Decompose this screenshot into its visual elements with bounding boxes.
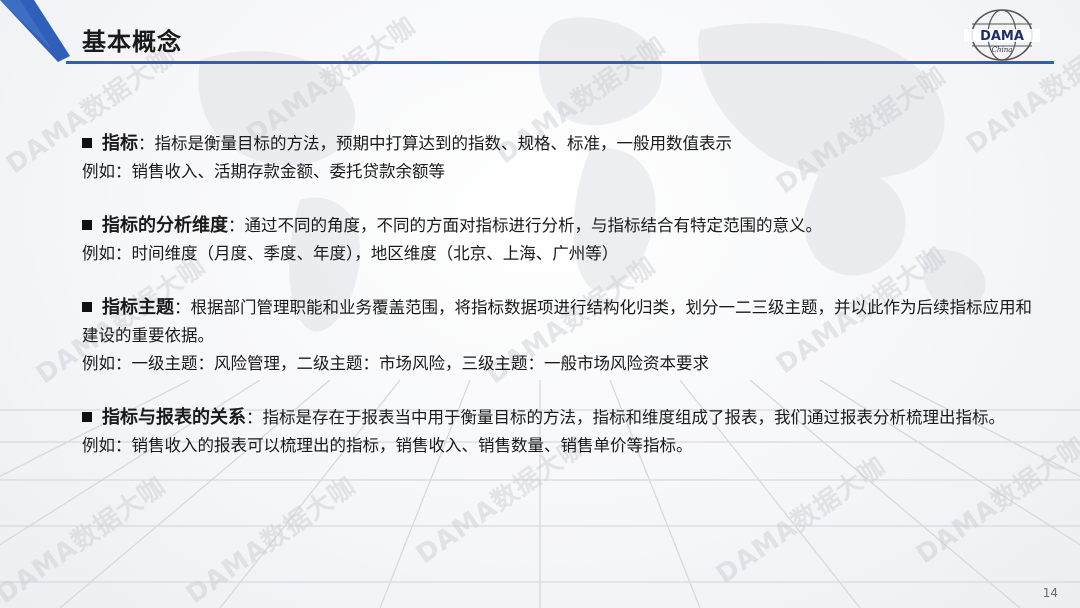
concept-block-report-relation: 指标与报表的关系：指标是存在于报表当中用于衡量目标的方法，指标和维度组成了报表，… — [82, 404, 1042, 460]
square-bullet-icon — [82, 138, 92, 148]
svg-text:DAMA: DAMA — [980, 29, 1024, 44]
slide: DAMA数据大咖 DAMA数据大咖 DAMA数据大咖 DAMA数据大咖 DAMA… — [0, 0, 1080, 608]
concept-description: ：通过不同的角度，不同的方面对指标进行分析，与指标结合有特定范围的意义。 — [228, 216, 822, 235]
concept-block-theme: 指标主题：根据部门管理职能和业务覆盖范围，将指标数据项进行结构化归类，划分一二三… — [82, 294, 1042, 378]
slide-title: 基本概念 — [82, 28, 182, 56]
concept-example: 例如：销售收入、活期存款金额、委托贷款余额等 — [82, 162, 445, 181]
concept-description: ：指标是衡量目标的方法，预期中打算达到的指数、规格、标准，一般用数值表示 — [138, 134, 732, 153]
concept-block-metric: 指标：指标是衡量目标的方法，预期中打算达到的指数、规格、标准，一般用数值表示 例… — [82, 130, 1042, 186]
concept-example: 例如：一级主题：风险管理，二级主题：市场风险，三级主题：一般市场风险资本要求 — [82, 354, 709, 373]
concept-example: 例如：时间维度（月度、季度、年度），地区维度（北京、上海、广州等） — [82, 244, 619, 263]
page-number: 14 — [1042, 586, 1058, 600]
concept-description: ：根据部门管理职能和业务覆盖范围，将指标数据项进行结构化归类，划分一二三级主题，… — [82, 298, 1032, 345]
concept-term: 指标与报表的关系 — [102, 407, 246, 428]
concept-term: 指标 — [102, 133, 138, 154]
concept-description: ：指标是存在于报表当中用于衡量目标的方法，指标和维度组成了报表，我们通过报表分析… — [246, 408, 1005, 427]
title-underline — [66, 61, 1054, 64]
content-area: 指标：指标是衡量目标的方法，预期中打算达到的指数、规格、标准，一般用数值表示 例… — [82, 130, 1042, 486]
dama-china-logo: DAMA China — [964, 9, 1040, 61]
corner-accent-shape — [0, 0, 70, 62]
concept-block-dimension: 指标的分析维度：通过不同的角度，不同的方面对指标进行分析，与指标结合有特定范围的… — [82, 212, 1042, 268]
concept-term: 指标主题 — [102, 297, 174, 318]
concept-example: 例如：销售收入的报表可以梳理出的指标，销售收入、销售数量、销售单价等指标。 — [82, 436, 693, 455]
square-bullet-icon — [82, 412, 92, 422]
concept-term: 指标的分析维度 — [102, 215, 228, 236]
square-bullet-icon — [82, 220, 92, 230]
square-bullet-icon — [82, 302, 92, 312]
svg-text:China: China — [992, 46, 1013, 54]
